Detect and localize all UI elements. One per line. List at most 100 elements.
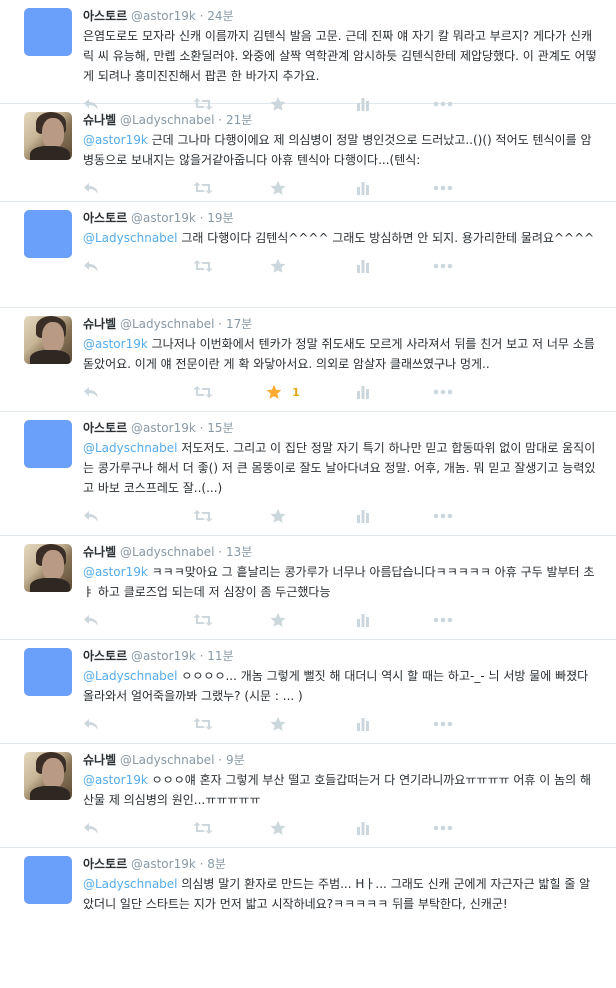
- fullname[interactable]: 아스토르: [83, 211, 127, 225]
- mention-link[interactable]: @astor19k: [83, 337, 148, 351]
- reply-button[interactable]: [83, 604, 163, 636]
- favorite-button[interactable]: [243, 604, 323, 636]
- fullname[interactable]: 슈나벨: [83, 753, 116, 767]
- more-button[interactable]: [403, 376, 483, 408]
- tweet-actions: 1: [83, 376, 600, 408]
- more-button[interactable]: [403, 172, 483, 204]
- timestamp[interactable]: 15분: [207, 421, 233, 435]
- reply-button[interactable]: [83, 500, 163, 532]
- more-icon: [433, 721, 453, 727]
- reply-button[interactable]: [83, 250, 163, 282]
- favorite-button[interactable]: [243, 172, 323, 204]
- retweet-button[interactable]: [163, 172, 243, 204]
- analytics-button[interactable]: [323, 500, 403, 532]
- screenname[interactable]: @Ladyschnabel: [120, 753, 215, 767]
- timestamp[interactable]: 9분: [226, 753, 245, 767]
- avatar[interactable]: [24, 210, 72, 258]
- tweet-header: 슈나벨 @Ladyschnabel · 13분: [83, 544, 600, 560]
- fullname[interactable]: 아스토르: [83, 9, 127, 23]
- mention-link[interactable]: @astor19k: [83, 133, 148, 147]
- fullname[interactable]: 아스토르: [83, 857, 127, 871]
- screenname[interactable]: @astor19k: [131, 9, 196, 23]
- analytics-button[interactable]: [323, 172, 403, 204]
- favorite-button[interactable]: [243, 500, 323, 532]
- retweet-button[interactable]: [163, 604, 243, 636]
- mention-link[interactable]: @Ladyschnabel: [83, 669, 178, 683]
- timestamp[interactable]: 19분: [207, 211, 233, 225]
- timestamp[interactable]: 11분: [207, 649, 233, 663]
- retweet-button[interactable]: [163, 812, 243, 844]
- screenname[interactable]: @astor19k: [131, 421, 196, 435]
- analytics-button[interactable]: [323, 376, 403, 408]
- more-button[interactable]: [403, 812, 483, 844]
- avatar[interactable]: [24, 8, 72, 56]
- tweet-actions: [83, 708, 600, 740]
- avatar[interactable]: [24, 420, 72, 468]
- retweet-button[interactable]: [163, 708, 243, 740]
- retweet-button[interactable]: [163, 376, 243, 408]
- reply-button[interactable]: [83, 172, 163, 204]
- retweet-button[interactable]: [163, 250, 243, 282]
- screenname[interactable]: @Ladyschnabel: [120, 113, 215, 127]
- timestamp[interactable]: 8분: [207, 857, 226, 871]
- analytics-button[interactable]: [323, 604, 403, 636]
- separator: ·: [218, 317, 223, 331]
- reply-button[interactable]: [83, 708, 163, 740]
- mention-link[interactable]: @Ladyschnabel: [83, 231, 178, 245]
- avatar[interactable]: [24, 856, 72, 904]
- retweet-button[interactable]: [163, 500, 243, 532]
- screenname[interactable]: @Ladyschnabel: [120, 317, 215, 331]
- tweet[interactable]: 아스토르 @astor19k · 8분 @Ladyschnabel 의심병 말기…: [0, 848, 616, 988]
- more-icon: [433, 513, 453, 519]
- more-button[interactable]: [403, 250, 483, 282]
- analytics-button[interactable]: [323, 250, 403, 282]
- avatar[interactable]: [24, 316, 72, 364]
- tweet[interactable]: 아스토르 @astor19k · 19분 @Ladyschnabel 그래 다행…: [0, 202, 616, 308]
- tweet-body: ㅇㅇㅇ얘 혼자 그렇게 부산 떨고 호들갑떠는거 다 연기라니까요ㅠㅠㅠㅠ 어휴…: [83, 773, 592, 807]
- avatar[interactable]: [24, 752, 72, 800]
- tweet-body: 그나저나 이번화에서 텐카가 정말 쥐도새도 모르게 사라져서 뒤를 친거 보고…: [83, 337, 595, 371]
- tweet-header: 아스토르 @astor19k · 15분: [83, 420, 600, 436]
- tweet[interactable]: 아스토르 @astor19k · 11분 @Ladyschnabel ㅇㅇㅇㅇ.…: [0, 640, 616, 744]
- more-button[interactable]: [403, 708, 483, 740]
- favorite-button[interactable]: 1: [243, 376, 323, 408]
- fullname[interactable]: 슈나벨: [83, 545, 116, 559]
- reply-button[interactable]: [83, 812, 163, 844]
- favorite-button[interactable]: [243, 250, 323, 282]
- reply-button[interactable]: [83, 376, 163, 408]
- timestamp[interactable]: 13분: [226, 545, 252, 559]
- avatar[interactable]: [24, 544, 72, 592]
- more-button[interactable]: [403, 500, 483, 532]
- mention-link[interactable]: @astor19k: [83, 773, 148, 787]
- separator: ·: [199, 421, 204, 435]
- mention-link[interactable]: @astor19k: [83, 565, 148, 579]
- fullname[interactable]: 아스토르: [83, 649, 127, 663]
- screenname[interactable]: @astor19k: [131, 649, 196, 663]
- timestamp[interactable]: 17분: [226, 317, 252, 331]
- fullname[interactable]: 슈나벨: [83, 113, 116, 127]
- timestamp[interactable]: 24분: [207, 9, 233, 23]
- mention-link[interactable]: @Ladyschnabel: [83, 877, 178, 891]
- screenname[interactable]: @astor19k: [131, 857, 196, 871]
- favorite-button[interactable]: [243, 708, 323, 740]
- avatar-body: [30, 350, 70, 364]
- tweet[interactable]: 아스토르 @astor19k · 15분 @Ladyschnabel 저도저도.…: [0, 412, 616, 536]
- tweet[interactable]: 슈나벨 @Ladyschnabel · 17분 @astor19k 그나저나 이…: [0, 308, 616, 412]
- avatar-face: [42, 550, 64, 580]
- timestamp[interactable]: 21분: [226, 113, 252, 127]
- screenname[interactable]: @astor19k: [131, 211, 196, 225]
- more-button[interactable]: [403, 604, 483, 636]
- fullname[interactable]: 슈나벨: [83, 317, 116, 331]
- fullname[interactable]: 아스토르: [83, 421, 127, 435]
- analytics-button[interactable]: [323, 708, 403, 740]
- avatar[interactable]: [24, 112, 72, 160]
- tweet[interactable]: 슈나벨 @Ladyschnabel · 9분 @astor19k ㅇㅇㅇ얘 혼자…: [0, 744, 616, 848]
- mention-link[interactable]: @Ladyschnabel: [83, 441, 178, 455]
- tweet[interactable]: 아스토르 @astor19k · 24분 은염도로도 모자라 신캐 이름까지 김…: [0, 0, 616, 111]
- analytics-button[interactable]: [323, 812, 403, 844]
- tweet[interactable]: 슈나벨 @Ladyschnabel · 21분 @astor19k 근데 그나마…: [0, 104, 616, 202]
- screenname[interactable]: @Ladyschnabel: [120, 545, 215, 559]
- avatar[interactable]: [24, 648, 72, 696]
- tweet[interactable]: 슈나벨 @Ladyschnabel · 13분 @astor19k ㅋㅋㅋ맞아요…: [0, 536, 616, 640]
- favorite-button[interactable]: [243, 812, 323, 844]
